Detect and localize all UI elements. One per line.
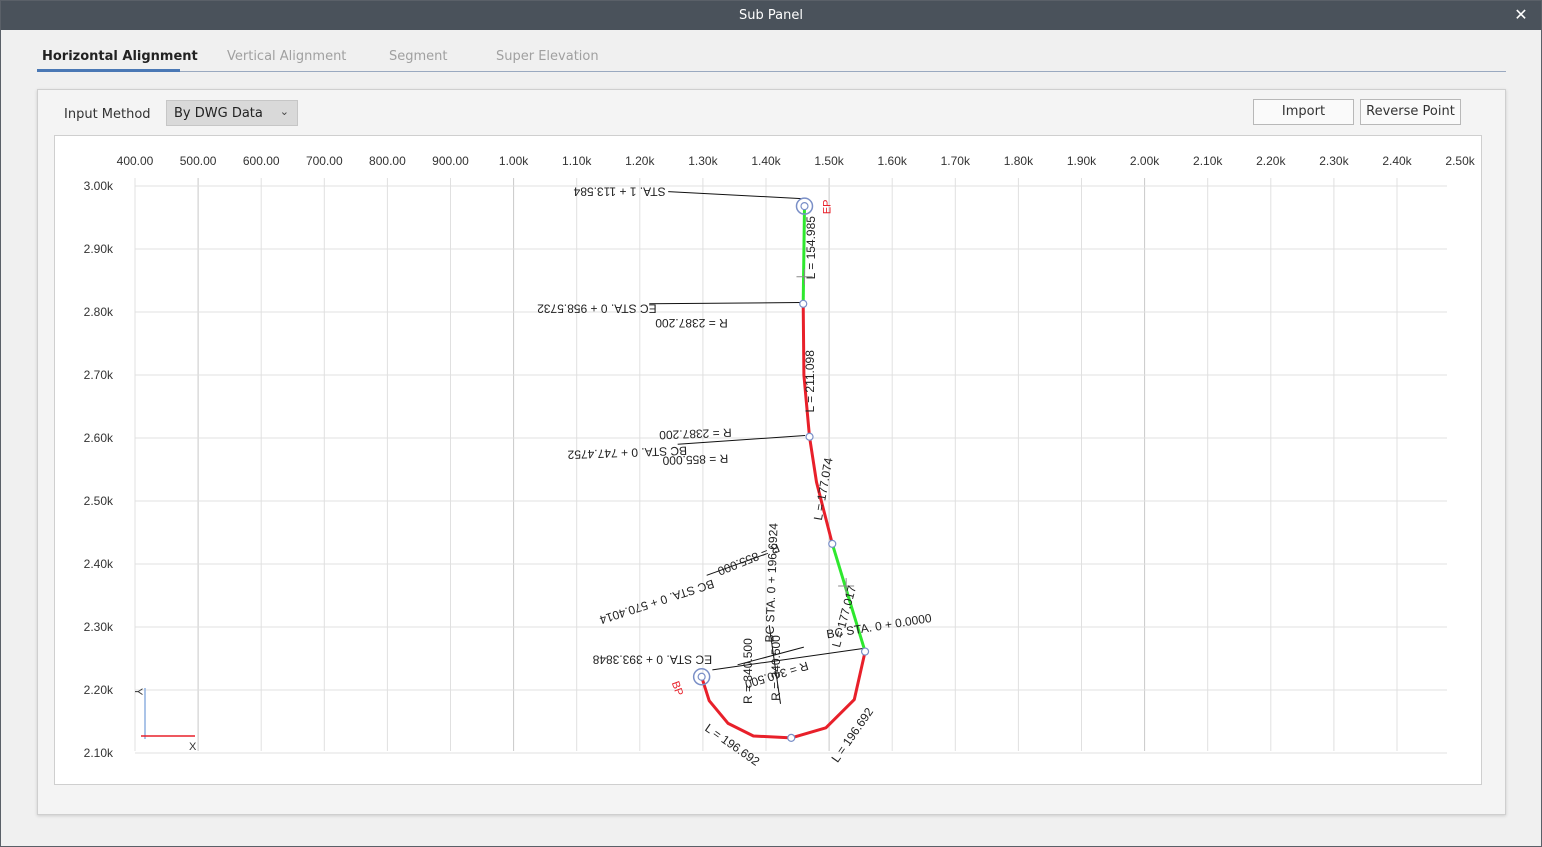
input-method-select[interactable]: By DWG Data ⌄	[166, 100, 298, 126]
y-tick-label: 2.60k	[84, 431, 114, 445]
input-method-label: Input Method	[64, 107, 151, 122]
tab-vertical-alignment[interactable]: Vertical Alignment	[227, 49, 346, 64]
point-marker	[805, 432, 814, 441]
x-tick-label: 600.00	[243, 154, 280, 168]
x-tick-label: 1.00k	[499, 154, 529, 168]
x-tick-label: 2.40k	[1382, 154, 1412, 168]
alignment-plot[interactable]: 400.00 500.00 600.00 700.00 800.00 900.00 1.00…	[54, 135, 1482, 785]
x-tick-label: 1.10k	[562, 154, 592, 168]
alignment-annotation: R = 2387.200	[659, 426, 732, 443]
x-tick-label: 2.50k	[1445, 154, 1475, 168]
horizontal-alignment-panel: Input Method By DWG Data ⌄ Import Revers…	[37, 89, 1506, 815]
x-tick-label: 1.30k	[688, 154, 718, 168]
y-tick-label: 2.70k	[84, 368, 114, 382]
window-title: Sub Panel	[739, 8, 803, 23]
alignment-annotation: R = 855.000	[662, 451, 728, 467]
point-marker	[800, 202, 809, 211]
y-tick-label: 2.30k	[84, 620, 114, 634]
alignment-annotation: R = 2387.200	[655, 316, 728, 330]
x-tick-label: 1.20k	[625, 154, 655, 168]
x-tick-label: 2.10k	[1193, 154, 1223, 168]
chevron-down-icon: ⌄	[279, 105, 289, 118]
tab-super-elevation[interactable]: Super Elevation	[496, 49, 599, 64]
sub-panel-window: Sub Panel ✕ Horizontal Alignment Vertica…	[0, 0, 1542, 847]
alignment-chart: 400.00 500.00 600.00 700.00 800.00 900.00 1.00…	[84, 154, 1476, 769]
alignment-annotation: L = 196.692	[828, 705, 876, 765]
alignment-annotation: BC STA. 0 + 570.4014	[598, 577, 716, 627]
alignment-annotation: EC STA. 0 + 393.3848	[592, 652, 712, 666]
point-marker	[787, 733, 796, 742]
point-marker	[697, 672, 706, 681]
alignment-annotation: L = 211.098	[803, 350, 817, 413]
x-tick-label: 2.00k	[1130, 154, 1160, 168]
x-tick-label: 400.00	[117, 154, 154, 168]
tab-segment[interactable]: Segment	[389, 49, 448, 64]
y-tick-label: 2.50k	[84, 494, 114, 508]
point-marker	[799, 299, 808, 308]
alignment-annotation: EC STA. 0 + 958.5732	[537, 301, 657, 315]
x-tick-label: 1.70k	[941, 154, 971, 168]
alignment-annotation: L = 154.985	[804, 216, 818, 280]
alignment-annotation: L = 196.692	[702, 721, 762, 769]
x-tick-label: 900.00	[432, 154, 469, 168]
x-tick-label: 1.90k	[1067, 154, 1097, 168]
y-tick-label: 2.20k	[84, 683, 114, 697]
x-tick-label: 500.00	[180, 154, 217, 168]
y-tick-label: 2.40k	[84, 557, 114, 571]
x-tick-label: 1.50k	[814, 154, 844, 168]
point-marker	[828, 539, 837, 548]
alignment-annotation: R = 340.500	[741, 638, 755, 704]
close-icon[interactable]: ✕	[1511, 5, 1531, 25]
end-point-label: EP	[821, 199, 833, 214]
x-tick-label: 1.80k	[1004, 154, 1034, 168]
tab-bar: Horizontal Alignment Vertical Alignment …	[37, 41, 1506, 72]
x-tick-label: 1.40k	[751, 154, 781, 168]
reverse-point-button[interactable]: Reverse Point	[1360, 99, 1461, 125]
point-marker	[860, 647, 870, 656]
y-axis-label: Y	[132, 688, 144, 696]
alignment-annotation: STA. 1 + 113.584	[573, 184, 665, 198]
tab-horizontal-alignment[interactable]: Horizontal Alignment	[42, 49, 198, 64]
start-point-label: BP	[669, 680, 685, 698]
x-tick-label: 2.30k	[1319, 154, 1349, 168]
x-axis-label: X	[189, 741, 197, 753]
title-bar: Sub Panel ✕	[1, 1, 1541, 30]
y-tick-label: 3.00k	[84, 179, 114, 193]
alignment-annotation: BC STA. 0 + 196.6924	[762, 522, 780, 642]
active-tab-indicator	[37, 69, 180, 72]
curve-segment	[700, 651, 867, 740]
y-tick-label: 2.10k	[84, 746, 114, 760]
x-tick-label: 800.00	[369, 154, 406, 168]
leader-line	[668, 191, 802, 200]
x-tick-label: 2.20k	[1256, 154, 1286, 168]
input-method-value: By DWG Data	[174, 106, 263, 121]
x-tick-label: 700.00	[306, 154, 343, 168]
x-tick-label: 1.60k	[878, 154, 908, 168]
leader-line	[649, 302, 801, 305]
import-button[interactable]: Import	[1253, 99, 1354, 125]
y-tick-label: 2.80k	[84, 305, 114, 319]
y-tick-label: 2.90k	[84, 242, 114, 256]
